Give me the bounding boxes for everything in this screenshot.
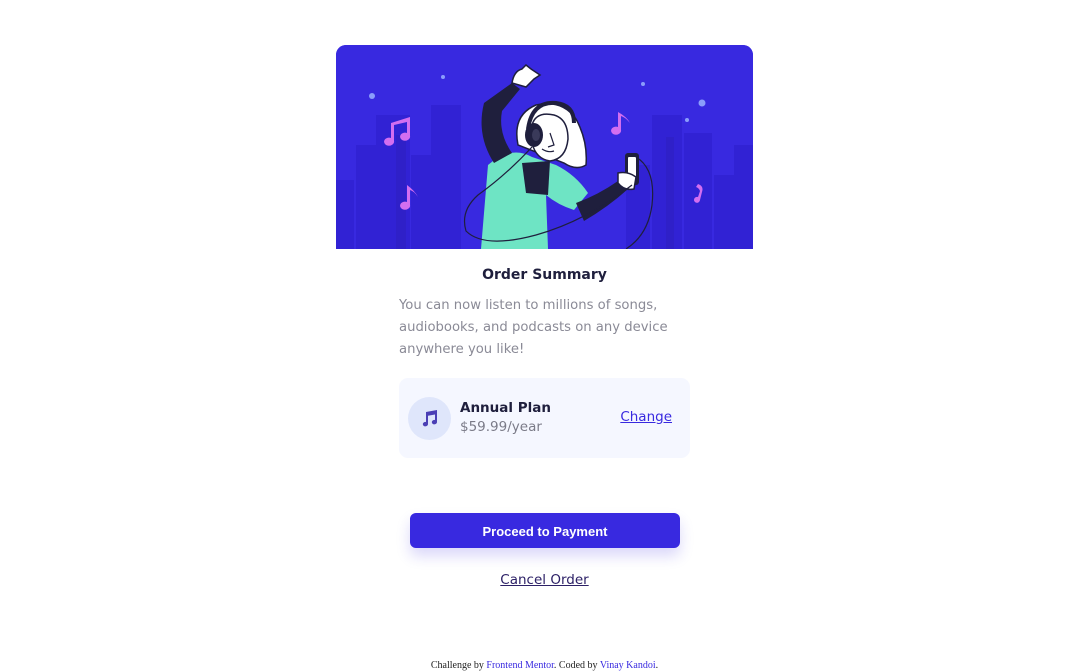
- attribution-prefix: Challenge by: [430, 660, 484, 671]
- order-summary-description: You can now listen to millions of songs,…: [399, 298, 668, 357]
- cancel-order-link[interactable]: Cancel Order: [336, 572, 753, 588]
- hero-illustration: [336, 45, 753, 249]
- order-summary-title: Order Summary: [482, 267, 607, 283]
- music-note-icon: [408, 397, 451, 440]
- author-link[interactable]: Vinay Kandoi: [600, 660, 656, 671]
- order-summary-card: Order Summary You can now listen to mill…: [336, 45, 753, 635]
- plan-summary-box: Annual Plan $59.99/year Change: [399, 378, 690, 458]
- proceed-to-payment-button[interactable]: Proceed to Payment: [410, 513, 680, 548]
- plan-name: Annual Plan: [460, 400, 551, 416]
- plan-price: $59.99/year: [460, 419, 542, 435]
- frontend-mentor-link[interactable]: Frontend Mentor: [486, 660, 554, 671]
- attribution-footer: Challenge by Frontend Mentor. Coded by V…: [0, 660, 1089, 671]
- attribution-suffix: .: [655, 660, 659, 671]
- attribution-middle: . Coded by: [553, 660, 598, 671]
- change-plan-link[interactable]: Change: [620, 409, 672, 425]
